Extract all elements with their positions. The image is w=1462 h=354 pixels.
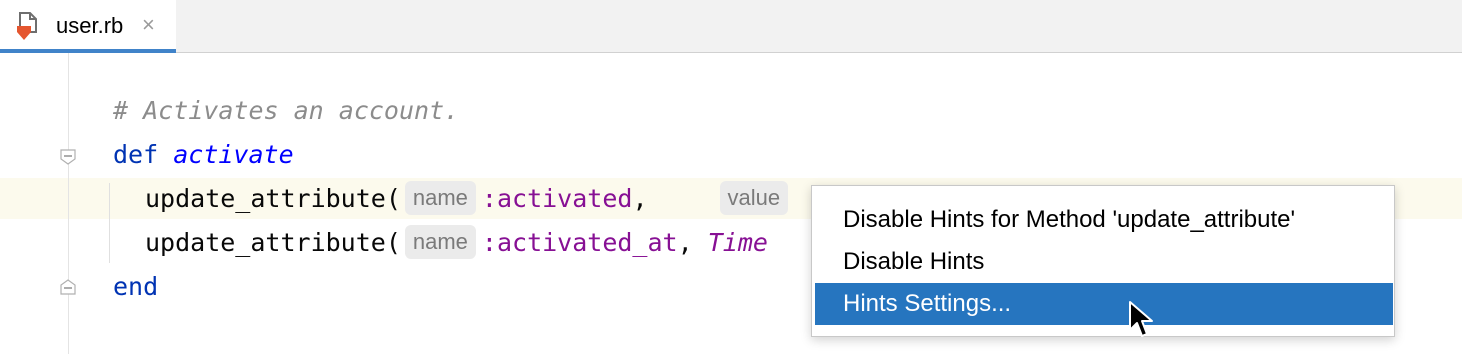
parameter-hint-value[interactable]: value	[719, 181, 789, 215]
comma: ,	[632, 184, 648, 213]
method-call: update_attribute(	[145, 228, 401, 257]
ruby-file-icon	[17, 12, 37, 40]
tab-user-rb[interactable]: user.rb ×	[0, 0, 176, 53]
code-line-4: update_attribute(name:activated_at, Time	[145, 223, 768, 263]
keyword-end: end	[113, 272, 159, 301]
fold-end-icon[interactable]	[60, 279, 76, 295]
parameter-hint[interactable]: name	[404, 181, 476, 215]
tab-label: user.rb	[56, 13, 124, 38]
method-call: update_attribute(	[145, 184, 401, 213]
editor-tab-bar: user.rb ×	[0, 0, 1462, 53]
menu-item-hints-settings[interactable]: Hints Settings...	[815, 283, 1393, 325]
symbol-arg: :activated	[481, 184, 633, 213]
menu-item-disable-hints[interactable]: Disable Hints	[812, 241, 1394, 283]
fold-start-icon[interactable]	[60, 149, 76, 165]
code-comment: # Activates an account.	[113, 96, 460, 125]
keyword-def: def	[113, 140, 159, 169]
indent-guide	[109, 183, 110, 263]
code-line-2: def activate	[113, 135, 294, 175]
hints-context-menu: Disable Hints for Method 'update_attribu…	[811, 185, 1395, 337]
parameter-hint[interactable]: name	[404, 225, 476, 259]
constant-time: Time	[707, 228, 768, 257]
symbol-arg: :activated_at	[481, 228, 678, 257]
method-name: activate	[173, 140, 294, 169]
gutter-divider	[68, 53, 69, 354]
menu-item-disable-hints-for-method[interactable]: Disable Hints for Method 'update_attribu…	[812, 199, 1394, 241]
mouse-pointer-icon	[1129, 301, 1153, 337]
code-line-1: # Activates an account.	[113, 91, 459, 131]
comma: ,	[677, 228, 693, 257]
close-icon[interactable]: ×	[142, 12, 155, 38]
code-line-3: update_attribute(name:activated, value	[145, 179, 794, 219]
code-line-5: end	[113, 267, 158, 307]
